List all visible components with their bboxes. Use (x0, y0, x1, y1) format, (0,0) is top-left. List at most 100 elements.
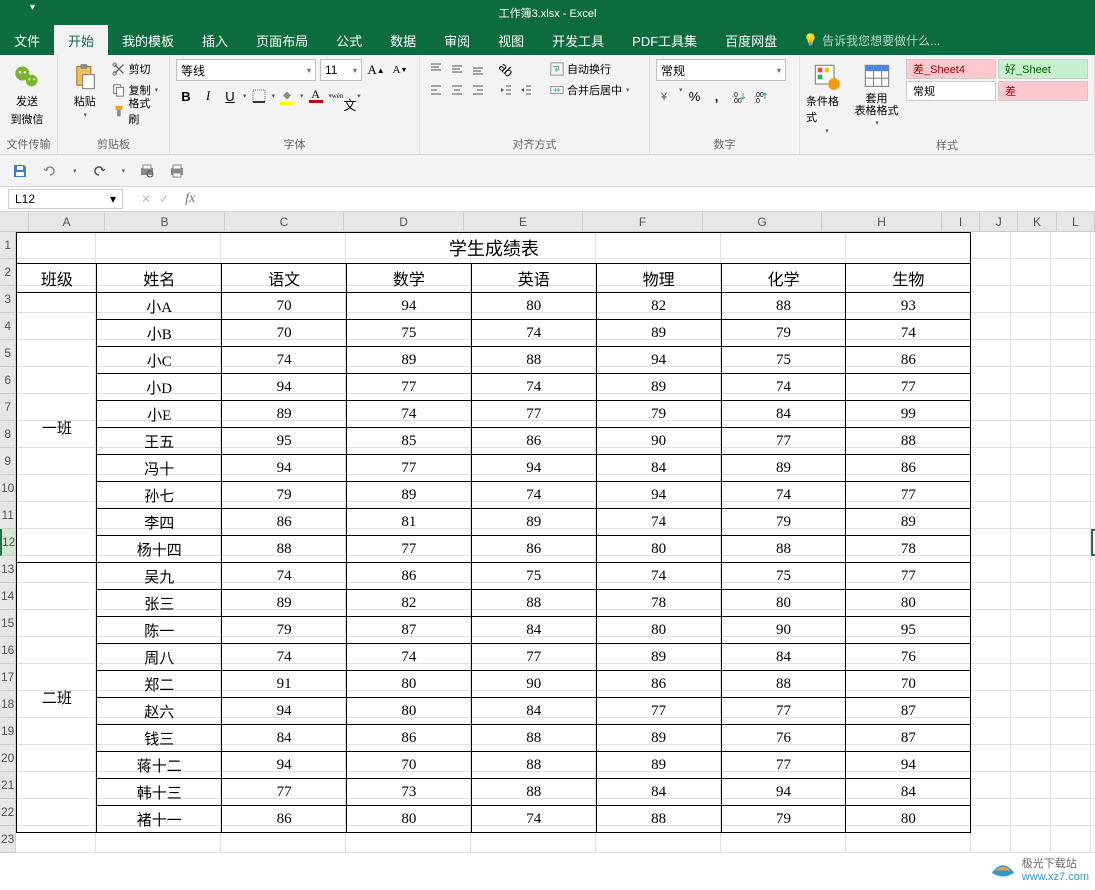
row-header-21[interactable]: 21 (0, 772, 15, 799)
data-cell[interactable]: 吴九 (97, 563, 222, 590)
data-cell[interactable]: 75 (721, 347, 846, 374)
format-painter-button[interactable]: 格式刷 (110, 101, 163, 121)
data-cell[interactable]: 89 (596, 752, 721, 779)
data-cell[interactable]: 孙七 (97, 482, 222, 509)
cancel-formula-icon[interactable]: ✕ (141, 192, 151, 206)
data-cell[interactable]: 70 (222, 320, 347, 347)
data-cell[interactable]: 88 (471, 752, 596, 779)
align-middle-button[interactable] (447, 59, 467, 79)
merge-center-button[interactable]: 合并后居中▾ (548, 80, 632, 100)
ribbon-tab-6[interactable]: 数据 (376, 25, 430, 55)
data-cell[interactable]: 86 (471, 536, 596, 563)
print-icon[interactable] (169, 163, 185, 179)
data-cell[interactable]: 80 (846, 590, 971, 617)
data-cell[interactable]: 84 (471, 617, 596, 644)
data-cell[interactable]: 90 (596, 428, 721, 455)
data-cell[interactable]: 86 (222, 806, 347, 833)
row-header-22[interactable]: 22 (0, 799, 15, 826)
data-cell[interactable]: 77 (846, 563, 971, 590)
col-header-B[interactable]: B (105, 212, 225, 231)
data-cell[interactable]: 90 (721, 617, 846, 644)
data-cell[interactable]: 89 (721, 455, 846, 482)
col-header-A[interactable]: A (29, 212, 106, 231)
increase-font-button[interactable]: A▲ (366, 60, 386, 80)
underline-button[interactable]: U (220, 86, 240, 106)
style-normal[interactable]: 常规 (906, 81, 996, 101)
data-cell[interactable]: 84 (721, 401, 846, 428)
data-cell[interactable]: 赵六 (97, 698, 222, 725)
ribbon-tab-3[interactable]: 插入 (188, 25, 242, 55)
header-cell[interactable]: 数学 (347, 264, 472, 293)
align-center-button[interactable] (447, 80, 467, 100)
header-cell[interactable]: 姓名 (97, 264, 222, 293)
data-cell[interactable]: 74 (347, 401, 472, 428)
col-header-F[interactable]: F (583, 212, 703, 231)
data-cell[interactable]: 77 (471, 644, 596, 671)
col-header-H[interactable]: H (822, 212, 942, 231)
data-cell[interactable]: 75 (347, 320, 472, 347)
row-header-10[interactable]: 10 (0, 475, 15, 502)
data-cell[interactable]: 84 (846, 779, 971, 806)
col-header-L[interactable]: L (1057, 212, 1095, 231)
col-header-I[interactable]: I (942, 212, 980, 231)
title-cell[interactable]: 学生成绩表 (17, 233, 971, 264)
data-cell[interactable]: 褚十一 (97, 806, 222, 833)
header-cell[interactable]: 语文 (222, 264, 347, 293)
data-cell[interactable]: 88 (471, 725, 596, 752)
data-cell[interactable]: 80 (347, 806, 472, 833)
data-cell[interactable]: 84 (471, 698, 596, 725)
class2-cell[interactable]: 二班 (17, 563, 97, 833)
data-cell[interactable]: 小D (97, 374, 222, 401)
data-cell[interactable]: 小C (97, 347, 222, 374)
row-header-15[interactable]: 15 (0, 610, 15, 637)
data-cell[interactable]: 77 (721, 752, 846, 779)
data-cell[interactable]: 89 (596, 320, 721, 347)
data-cell[interactable]: 74 (471, 806, 596, 833)
print-preview-icon[interactable] (139, 163, 155, 179)
data-cell[interactable]: 79 (721, 806, 846, 833)
data-cell[interactable]: 82 (347, 590, 472, 617)
data-cell[interactable]: 87 (846, 698, 971, 725)
data-cell[interactable]: 94 (347, 293, 472, 320)
data-cell[interactable]: 88 (721, 536, 846, 563)
data-cell[interactable]: 韩十三 (97, 779, 222, 806)
data-cell[interactable]: 79 (596, 401, 721, 428)
data-cell[interactable]: 80 (347, 698, 472, 725)
data-cell[interactable]: 80 (347, 671, 472, 698)
data-cell[interactable]: 70 (846, 671, 971, 698)
data-cell[interactable]: 77 (721, 698, 846, 725)
send-to-wechat-button[interactable]: 发送 到微信 (6, 59, 48, 127)
data-cell[interactable]: 80 (596, 617, 721, 644)
data-cell[interactable]: 77 (596, 698, 721, 725)
row-header-11[interactable]: 11 (0, 502, 15, 529)
data-cell[interactable]: 84 (596, 779, 721, 806)
data-cell[interactable]: 94 (846, 752, 971, 779)
ribbon-tab-11[interactable]: 百度网盘 (711, 25, 791, 55)
row-header-18[interactable]: 18 (0, 691, 15, 718)
class1-cell[interactable]: 一班 (17, 293, 97, 563)
fx-icon[interactable]: fx (179, 191, 201, 207)
ribbon-tab-9[interactable]: 开发工具 (538, 25, 618, 55)
data-cell[interactable]: 80 (596, 536, 721, 563)
data-cell[interactable]: 李四 (97, 509, 222, 536)
data-cell[interactable]: 77 (347, 536, 472, 563)
phonetic-button[interactable]: wén文 (334, 86, 354, 106)
data-cell[interactable]: 89 (596, 374, 721, 401)
font-color-button[interactable]: A (306, 86, 326, 106)
data-cell[interactable]: 冯十 (97, 455, 222, 482)
data-cell[interactable]: 77 (846, 482, 971, 509)
data-cell[interactable]: 94 (222, 698, 347, 725)
ribbon-tab-7[interactable]: 审阅 (430, 25, 484, 55)
data-cell[interactable]: 78 (596, 590, 721, 617)
row-header-3[interactable]: 3 (0, 286, 15, 313)
data-cell[interactable]: 77 (471, 401, 596, 428)
data-cell[interactable]: 王五 (97, 428, 222, 455)
row-header-4[interactable]: 4 (0, 313, 15, 340)
data-cell[interactable]: 张三 (97, 590, 222, 617)
align-bottom-button[interactable] (468, 59, 488, 79)
data-cell[interactable]: 74 (347, 644, 472, 671)
data-cell[interactable]: 70 (347, 752, 472, 779)
data-cell[interactable]: 74 (596, 509, 721, 536)
data-cell[interactable]: 84 (721, 644, 846, 671)
data-cell[interactable]: 95 (846, 617, 971, 644)
